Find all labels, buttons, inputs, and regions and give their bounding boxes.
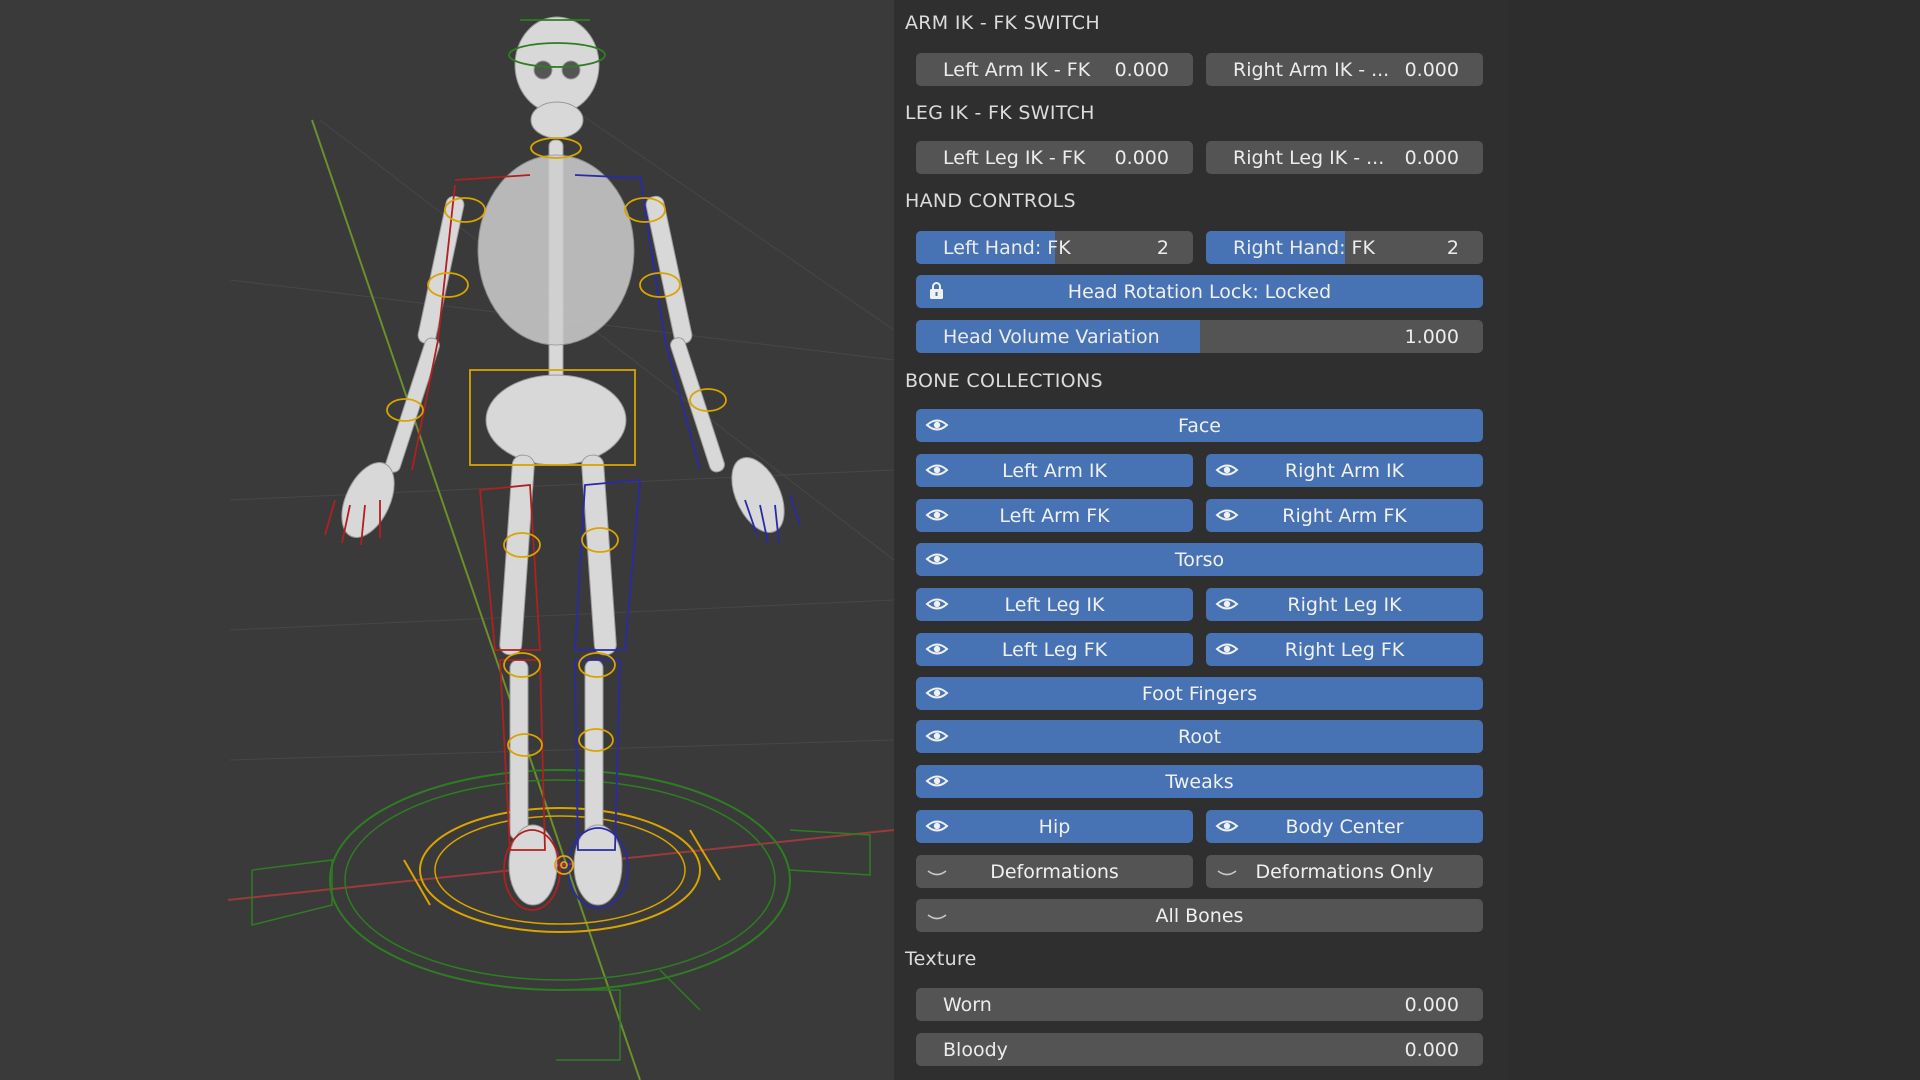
collection-right-arm-ik-button[interactable]: Right Arm IK <box>1206 454 1483 487</box>
collection-all-bones-label: All Bones <box>1155 905 1244 927</box>
collection-left-leg-fk-button[interactable]: Left Leg FK <box>916 633 1193 666</box>
right-leg-ik-fk-label: Right Leg IK - ... <box>1233 147 1385 169</box>
collection-face-button[interactable]: Face <box>916 409 1483 442</box>
worn-label: Worn <box>943 994 992 1016</box>
collection-left-arm-fk-button[interactable]: Left Arm FK <box>916 499 1193 532</box>
right-hand-mode-slider[interactable]: Right Hand: FK 2 <box>1206 231 1483 264</box>
right-arm-ik-fk-slider[interactable]: Right Arm IK - ... 0.000 <box>1206 53 1483 86</box>
skeleton-rig-scene <box>227 16 894 1080</box>
left-leg-ik-fk-label: Left Leg IK - FK <box>943 147 1086 169</box>
collection-root-button[interactable]: Root <box>916 720 1483 753</box>
collection-left-leg-ik-button[interactable]: Left Leg IK <box>916 588 1193 621</box>
bloody-value: 0.000 <box>1404 1039 1459 1061</box>
head-rotation-lock-toggle[interactable]: Head Rotation Lock: Locked <box>916 275 1483 308</box>
collection-left-leg-ik-label: Left Leg IK <box>1004 594 1105 616</box>
collection-hip-label: Hip <box>1038 816 1071 838</box>
left-arm-ik-fk-label: Left Arm IK - FK <box>943 59 1091 81</box>
bone-collections-title: BONE COLLECTIONS <box>905 370 1103 392</box>
right-leg-ik-fk-value: 0.000 <box>1404 147 1459 169</box>
collection-body-center-button[interactable]: Body Center <box>1206 810 1483 843</box>
head-volume-variation-slider[interactable]: Head Volume Variation 1.000 <box>916 320 1483 353</box>
bloody-slider[interactable]: Bloody 0.000 <box>916 1033 1483 1066</box>
right-hand-label: Right Hand: FK <box>1233 237 1375 259</box>
collection-foot-fingers-button[interactable]: Foot Fingers <box>916 677 1483 710</box>
collection-hip-button[interactable]: Hip <box>916 810 1193 843</box>
collection-root-label: Root <box>1177 726 1222 748</box>
left-leg-ik-fk-value: 0.000 <box>1114 147 1169 169</box>
collection-left-arm-ik-label: Left Arm IK <box>1002 460 1107 482</box>
leg-switch-title: LEG IK - FK SWITCH <box>905 102 1095 124</box>
left-arm-ik-fk-slider[interactable]: Left Arm IK - FK 0.000 <box>916 53 1193 86</box>
bloody-label: Bloody <box>943 1039 1008 1061</box>
collection-right-leg-ik-button[interactable]: Right Leg IK <box>1206 588 1483 621</box>
collection-torso-label: Torso <box>1174 549 1225 571</box>
collection-all-bones-button[interactable]: All Bones <box>916 899 1483 932</box>
collection-deformations-only-button[interactable]: Deformations Only <box>1206 855 1483 888</box>
collection-left-leg-fk-label: Left Leg FK <box>1001 639 1108 661</box>
collection-right-arm-fk-label: Right Arm FK <box>1282 505 1407 527</box>
rig-properties-panel: ARM IK - FK SWITCH Left Arm IK - FK 0.00… <box>894 0 1508 1080</box>
right-leg-ik-fk-slider[interactable]: Right Leg IK - ... 0.000 <box>1206 141 1483 174</box>
head-volume-label: Head Volume Variation <box>943 326 1160 348</box>
collection-deformations-label: Deformations <box>990 861 1119 883</box>
collection-deformations-only-label: Deformations Only <box>1255 861 1434 883</box>
collection-deformations-button[interactable]: Deformations <box>916 855 1193 888</box>
collection-right-leg-ik-label: Right Leg IK <box>1287 594 1402 616</box>
left-hand-value: 2 <box>1156 237 1169 259</box>
empty-side-area <box>1508 0 1920 1080</box>
right-hand-value: 2 <box>1446 237 1459 259</box>
hand-controls-title: HAND CONTROLS <box>905 190 1076 212</box>
collection-right-leg-fk-label: Right Leg FK <box>1284 639 1405 661</box>
head-rotation-lock-label: Head Rotation Lock: Locked <box>1067 281 1332 303</box>
collection-foot-fingers-label: Foot Fingers <box>1141 683 1258 705</box>
left-leg-ik-fk-slider[interactable]: Left Leg IK - FK 0.000 <box>916 141 1193 174</box>
collection-right-arm-ik-label: Right Arm IK <box>1284 460 1405 482</box>
collection-left-arm-fk-label: Left Arm FK <box>999 505 1110 527</box>
collection-tweaks-label: Tweaks <box>1165 771 1234 793</box>
texture-title: Texture <box>905 948 977 970</box>
collection-right-leg-fk-button[interactable]: Right Leg FK <box>1206 633 1483 666</box>
right-arm-ik-fk-label: Right Arm IK - ... <box>1233 59 1390 81</box>
right-arm-ik-fk-value: 0.000 <box>1404 59 1459 81</box>
left-hand-mode-slider[interactable]: Left Hand: FK 2 <box>916 231 1193 264</box>
head-volume-value: 1.000 <box>1404 326 1459 348</box>
collection-tweaks-button[interactable]: Tweaks <box>916 765 1483 798</box>
left-arm-ik-fk-value: 0.000 <box>1114 59 1169 81</box>
arm-switch-title: ARM IK - FK SWITCH <box>905 12 1100 34</box>
worn-slider[interactable]: Worn 0.000 <box>916 988 1483 1021</box>
collection-left-arm-ik-button[interactable]: Left Arm IK <box>916 454 1193 487</box>
collection-face-label: Face <box>1178 415 1221 437</box>
collection-body-center-label: Body Center <box>1285 816 1404 838</box>
collection-torso-button[interactable]: Torso <box>916 543 1483 576</box>
3d-viewport[interactable] <box>0 0 894 1080</box>
left-hand-label: Left Hand: FK <box>943 237 1071 259</box>
collection-right-arm-fk-button[interactable]: Right Arm FK <box>1206 499 1483 532</box>
worn-value: 0.000 <box>1404 994 1459 1016</box>
